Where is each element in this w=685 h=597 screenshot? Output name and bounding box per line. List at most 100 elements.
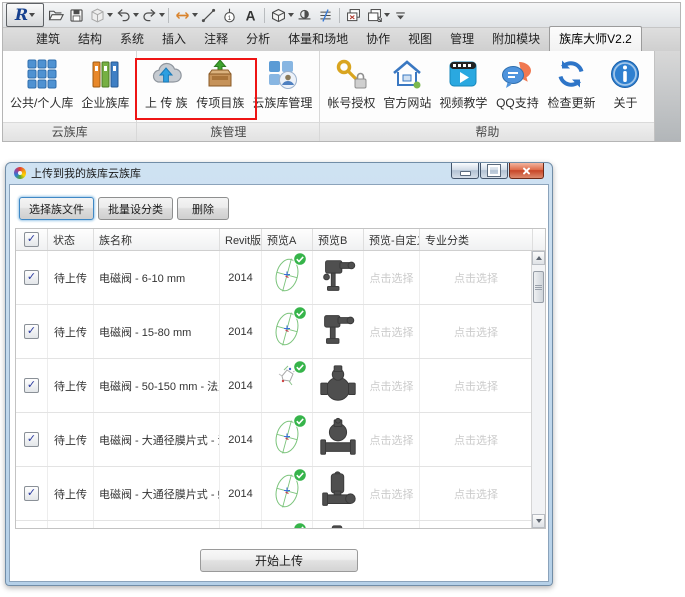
qat-undo-button[interactable] xyxy=(113,5,134,26)
qat-text-button[interactable]: A xyxy=(240,5,261,26)
ribbon-button-upload-family[interactable]: 上 传 族 xyxy=(140,54,192,111)
ribbon-tab-8[interactable]: 视图 xyxy=(399,27,441,51)
table-row: 待上传电磁阀 - 6-10 mm2014点击选择点击选择 xyxy=(16,251,545,305)
qat-switch-windows-button[interactable] xyxy=(364,5,385,26)
scroll-up-icon xyxy=(536,256,542,260)
scroll-up-button[interactable] xyxy=(532,251,545,265)
row-checkbox[interactable] xyxy=(24,432,39,447)
ribbon-tab-6[interactable]: 体量和场地 xyxy=(279,27,357,51)
ribbon-tab-1[interactable]: 结构 xyxy=(69,27,111,51)
revit-version-cell: 2014 xyxy=(220,305,262,358)
public-library-icon xyxy=(25,57,59,91)
qat-customize-qat-button[interactable] xyxy=(390,5,411,26)
ribbon-tab-3[interactable]: 插入 xyxy=(153,27,195,51)
row-checkbox[interactable] xyxy=(24,486,39,501)
category-select-link[interactable]: 点击选择 xyxy=(454,270,498,286)
redo-icon xyxy=(141,7,158,24)
table-scrollbar[interactable] xyxy=(531,251,545,528)
qat-thin-lines-button[interactable] xyxy=(315,5,336,26)
custom-preview-select-link[interactable]: 点击选择 xyxy=(370,486,414,502)
ribbon-group-0: 公共/个人库企业族库云族库 xyxy=(3,51,136,141)
qat-open-button[interactable] xyxy=(45,5,66,26)
select-all-checkbox[interactable] xyxy=(24,232,39,247)
qat-measure-button[interactable] xyxy=(172,5,193,26)
ribbon-button-qq-support[interactable]: QQ支持 xyxy=(491,54,543,111)
category-select-link[interactable]: 点击选择 xyxy=(454,378,498,394)
qat-separator xyxy=(264,8,265,23)
revit-version-cell: 2014 xyxy=(220,467,262,520)
scroll-down-button[interactable] xyxy=(532,514,545,528)
select-family-files-button[interactable]: 选择族文件 xyxy=(19,197,94,220)
custom-preview-select-link[interactable]: 点击选择 xyxy=(370,324,414,340)
ribbon-button-enterprise-library[interactable]: 企业族库 xyxy=(77,54,133,111)
custom-preview-select-link[interactable]: 点击选择 xyxy=(370,378,414,394)
maximize-button[interactable] xyxy=(480,163,508,179)
minimize-icon xyxy=(460,171,471,176)
category-select-link[interactable]: 点击选择 xyxy=(454,486,498,502)
preview-b-cell xyxy=(313,359,364,412)
preview-custom-cell xyxy=(364,521,420,529)
minimize-button[interactable] xyxy=(451,163,479,179)
ribbon-button-public-library[interactable]: 公共/个人库 xyxy=(6,54,77,111)
ribbon-tab-4[interactable]: 注释 xyxy=(195,27,237,51)
ribbon-button-cloud-library-manage[interactable]: 云族库管理 xyxy=(248,54,316,111)
row-checkbox-cell xyxy=(16,521,48,529)
preview-custom-cell: 点击选择 xyxy=(364,251,420,304)
family-name-cell: 电磁阀 - 50-150 mm - 法兰式 xyxy=(94,359,220,412)
qat-aligned-dimension-button[interactable] xyxy=(198,5,219,26)
table-row xyxy=(16,521,545,529)
ribbon-button-upload-project-family[interactable]: 传项目族 xyxy=(192,54,248,111)
verified-badge-icon xyxy=(293,522,307,529)
ribbon-tab-11[interactable]: 族库大师V2.2 xyxy=(549,26,642,51)
revit-ribbon: R 1A 建筑结构系统插入注释分析体量和场地协作视图管理附加模块族库大师V2.2… xyxy=(2,2,681,142)
check-update-icon xyxy=(554,57,588,91)
custom-preview-select-link[interactable]: 点击选择 xyxy=(370,432,414,448)
undo-icon xyxy=(115,7,132,24)
revit-app-button[interactable]: R xyxy=(6,3,44,27)
qat-redo-button[interactable] xyxy=(139,5,160,26)
ribbon-tab-2[interactable]: 系统 xyxy=(111,27,153,51)
category-select-link[interactable]: 点击选择 xyxy=(454,324,498,340)
start-upload-button[interactable]: 开始上传 xyxy=(200,549,358,572)
chevron-down-icon xyxy=(29,13,35,17)
ribbon-button-video-tutorial[interactable]: 视频教学 xyxy=(435,54,491,111)
ribbon-button-account-auth[interactable]: 帐号授权 xyxy=(323,54,379,111)
qat-close-hidden-windows-button[interactable] xyxy=(343,5,364,26)
chevron-down-icon[interactable] xyxy=(159,13,165,17)
qat-tag-button[interactable]: 1 xyxy=(219,5,240,26)
qat-sync-3d-button[interactable] xyxy=(87,5,108,26)
ribbon-tab-7[interactable]: 协作 xyxy=(357,27,399,51)
ribbon-button-about[interactable]: 关于 xyxy=(599,54,651,111)
screenshot-root: R 1A 建筑结构系统插入注释分析体量和场地协作视图管理附加模块族库大师V2.2… xyxy=(0,0,685,597)
status-cell: 待上传 xyxy=(48,413,94,466)
qat-section-button[interactable] xyxy=(294,5,315,26)
ribbon-button-official-website[interactable]: 官方网站 xyxy=(379,54,435,111)
row-checkbox[interactable] xyxy=(24,378,39,393)
ribbon-tab-9[interactable]: 管理 xyxy=(441,27,483,51)
revit-version-cell: 2014 xyxy=(220,413,262,466)
status-cell: 待上传 xyxy=(48,359,94,412)
row-checkbox-cell xyxy=(16,305,48,358)
qat-default-3d-view-button[interactable] xyxy=(268,5,289,26)
ribbon-button-check-update[interactable]: 检查更新 xyxy=(543,54,599,111)
scrollbar-thumb[interactable] xyxy=(533,271,544,303)
qat-save-button[interactable] xyxy=(66,5,87,26)
ribbon-tab-0[interactable]: 建筑 xyxy=(27,27,69,51)
ribbon-tab-10[interactable]: 附加模块 xyxy=(483,27,549,51)
custom-preview-select-link[interactable]: 点击选择 xyxy=(370,270,414,286)
dialog-title: 上传到我的族库云族库 xyxy=(31,165,141,181)
valve-flanged-icon xyxy=(318,416,358,463)
batch-set-category-button[interactable]: 批量设分类 xyxy=(98,197,173,220)
maximize-icon xyxy=(488,165,500,176)
group-label: 帮助 xyxy=(320,122,654,141)
valve-actuator-2-icon xyxy=(318,308,358,355)
qat-separator xyxy=(339,8,340,23)
delete-button[interactable]: 删除 xyxy=(177,197,229,220)
ribbon-tab-5[interactable]: 分析 xyxy=(237,27,279,51)
status-cell: 待上传 xyxy=(48,251,94,304)
close-button[interactable] xyxy=(509,163,544,179)
row-checkbox[interactable] xyxy=(24,270,39,285)
row-checkbox[interactable] xyxy=(24,324,39,339)
preview-custom-cell: 点击选择 xyxy=(364,305,420,358)
category-select-link[interactable]: 点击选择 xyxy=(454,432,498,448)
